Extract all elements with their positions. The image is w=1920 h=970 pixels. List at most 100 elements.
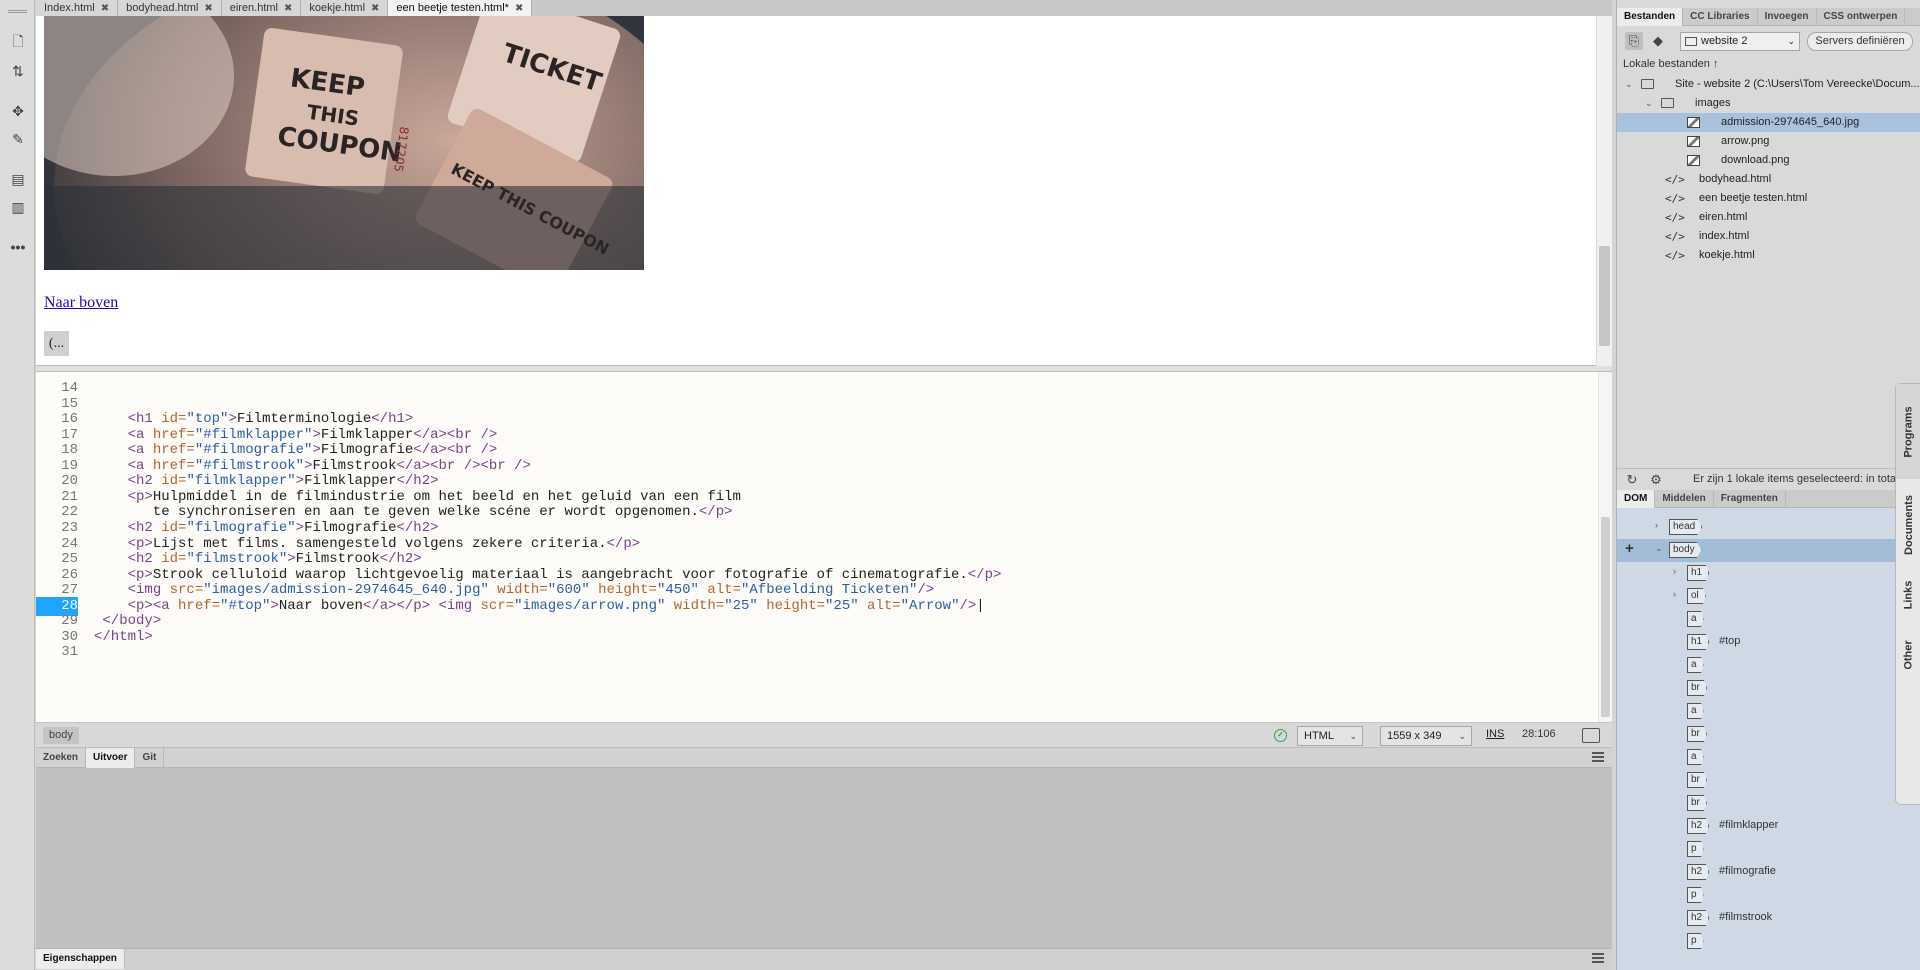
connect-icon[interactable]: ⎘	[1625, 32, 1643, 50]
close-icon[interactable]: ✖	[371, 3, 379, 14]
doc-tab[interactable]: Index.html ✖	[36, 0, 119, 16]
dom-tag-chip[interactable]: p	[1687, 841, 1704, 857]
dom-tag-chip[interactable]: h2	[1687, 864, 1710, 880]
file-tree-item[interactable]: </> eiren.html	[1617, 208, 1920, 227]
tab-properties[interactable]: Eigenschappen	[36, 949, 125, 969]
dom-tag-chip[interactable]: h1	[1687, 634, 1710, 650]
real-time-preview-icon[interactable]	[1582, 728, 1600, 743]
close-icon[interactable]: ✖	[515, 3, 523, 14]
dom-node[interactable]: br	[1617, 723, 1907, 746]
tab-files-panel[interactable]: CSS ontwerpen	[1817, 8, 1906, 26]
expand-chevron-icon[interactable]: ⌄	[1655, 543, 1663, 554]
expand-chevron-icon[interactable]: ⌄	[1625, 75, 1633, 94]
dom-tag-chip[interactable]: h1	[1687, 565, 1710, 581]
doc-tab[interactable]: bodyhead.html ✖	[118, 0, 222, 16]
dom-node[interactable]: br	[1617, 792, 1907, 815]
dom-node[interactable]: › ol	[1617, 585, 1907, 608]
dom-node[interactable]: a	[1617, 700, 1907, 723]
expand-chevron-icon[interactable]: ›	[1655, 520, 1658, 530]
git-icon[interactable]: ◆	[1649, 32, 1667, 50]
dom-tag-chip[interactable]: br	[1687, 680, 1707, 696]
no-errors-icon[interactable]: ✓	[1274, 729, 1287, 742]
file-tree-item[interactable]: ⌄ Site - website 2 (C:\Users\Tom Vereecke…	[1617, 75, 1920, 94]
file-management-icon[interactable]: ⇅	[7, 60, 29, 82]
code-scrollbar[interactable]	[1598, 372, 1612, 722]
refresh-icon[interactable]: ↻	[1623, 471, 1641, 489]
format-source-icon[interactable]: ✎	[7, 128, 29, 150]
tab-uitvoer[interactable]: Uitvoer	[86, 748, 136, 768]
more-tools-icon[interactable]: •••	[7, 236, 29, 258]
apply-comment-icon[interactable]: ▤	[7, 168, 29, 190]
line-number[interactable]: 31	[36, 643, 78, 662]
dom-node[interactable]: h2 #filmstrook	[1617, 907, 1907, 930]
new-document-icon[interactable]: 🗋	[7, 32, 29, 54]
close-icon[interactable]: ✖	[284, 3, 292, 14]
dom-tag-chip[interactable]: h2	[1687, 818, 1710, 834]
tab-git[interactable]: Git	[135, 748, 165, 768]
define-servers-button[interactable]: Servers definiëren	[1807, 32, 1913, 51]
dom-node[interactable]: br	[1617, 769, 1907, 792]
file-tree-item[interactable]: </> koekje.html	[1617, 246, 1920, 265]
dom-tag-chip[interactable]: p	[1687, 933, 1704, 949]
code-line[interactable]: 31	[36, 643, 1596, 662]
side-tab-documents[interactable]: Documents	[1896, 479, 1920, 570]
close-icon[interactable]: ✖	[101, 3, 109, 14]
dom-node[interactable]: › head	[1617, 516, 1907, 539]
expand-chevron-icon[interactable]: ⌄	[1645, 94, 1653, 113]
doc-tab[interactable]: een beetje testen.html* ✖	[388, 0, 533, 16]
dom-node[interactable]: + ⌄ body	[1617, 539, 1907, 562]
dom-node[interactable]: p	[1617, 884, 1907, 907]
naar-boven-link[interactable]: Naar boven	[44, 294, 118, 312]
dom-node[interactable]: h2 #filmklapper	[1617, 815, 1907, 838]
dom-tag-chip[interactable]: br	[1687, 772, 1707, 788]
code-line-text[interactable]	[78, 643, 94, 662]
tab-zoeken[interactable]: Zoeken	[36, 748, 87, 768]
dom-tag-chip[interactable]: br	[1687, 726, 1707, 742]
tab-files-panel[interactable]: CC Libraries	[1683, 8, 1758, 26]
dom-tag-chip[interactable]: p	[1687, 887, 1704, 903]
tab-dom-panel[interactable]: Middelen	[1655, 490, 1714, 508]
code-view[interactable]: 14 15 16 <h1 id="top">Filmterminologie</h1…	[36, 372, 1612, 722]
dom-node[interactable]: p	[1617, 930, 1907, 953]
dom-tag-chip[interactable]: ol	[1687, 588, 1706, 604]
expand-all-icon[interactable]: ✥	[7, 100, 29, 122]
live-view-scrollbar[interactable]	[1596, 16, 1612, 366]
tab-dom-panel[interactable]: Fragmenten	[1714, 490, 1786, 508]
add-element-icon[interactable]: +	[1625, 540, 1634, 557]
dom-node[interactable]: a	[1617, 746, 1907, 769]
tag-selector[interactable]: body	[43, 727, 79, 744]
dom-tag-chip[interactable]: body	[1669, 542, 1702, 558]
insert-mode-toggle[interactable]: INS	[1486, 728, 1504, 740]
file-tree-item[interactable]: download.png	[1617, 151, 1920, 170]
file-tree-item[interactable]: admission-2974645_640.jpg	[1617, 113, 1920, 132]
live-view[interactable]: KEEP THIS COUPON TICKET KEEP THIS COUPON…	[36, 16, 1612, 366]
dom-node[interactable]: p	[1617, 838, 1907, 861]
expand-chevron-icon[interactable]: ›	[1673, 566, 1676, 576]
file-tree-item[interactable]: arrow.png	[1617, 132, 1920, 151]
dom-tag-chip[interactable]: h2	[1687, 910, 1710, 926]
window-size-select[interactable]: 1559 x 349 ⌄	[1380, 726, 1472, 746]
site-sync-icon[interactable]: ⚙	[1647, 471, 1665, 489]
tab-files-panel[interactable]: Invoegen	[1758, 8, 1817, 26]
expand-chevron-icon[interactable]: ›	[1673, 589, 1676, 599]
toolbar-grip[interactable]	[8, 10, 27, 13]
ticket-image[interactable]: KEEP THIS COUPON TICKET KEEP THIS COUPON…	[44, 16, 644, 270]
side-tab-other[interactable]: Other	[1896, 620, 1920, 690]
dom-tag-chip[interactable]: a	[1687, 611, 1704, 627]
output-panel-menu-icon[interactable]	[1592, 752, 1604, 762]
local-files-label[interactable]: Lokale bestanden ↑	[1623, 58, 1718, 70]
dom-tag-chip[interactable]: a	[1687, 703, 1704, 719]
dom-tag-chip[interactable]: a	[1687, 749, 1704, 765]
dom-tag-chip[interactable]: a	[1687, 657, 1704, 673]
doc-tab[interactable]: eiren.html ✖	[221, 0, 302, 16]
dom-node[interactable]: br	[1617, 677, 1907, 700]
dom-tag-chip[interactable]: br	[1687, 795, 1707, 811]
properties-panel-menu-icon[interactable]	[1592, 953, 1604, 963]
dom-node[interactable]: h1 #top	[1617, 631, 1907, 654]
language-select[interactable]: HTML ⌄	[1297, 726, 1363, 746]
doc-tab[interactable]: koekje.html ✖	[301, 0, 389, 16]
dom-tag-chip[interactable]: head	[1669, 519, 1703, 535]
tab-files-panel[interactable]: Bestanden	[1617, 8, 1684, 26]
file-tree-item[interactable]: </> index.html	[1617, 227, 1920, 246]
side-tab-links[interactable]: Links	[1896, 570, 1920, 620]
